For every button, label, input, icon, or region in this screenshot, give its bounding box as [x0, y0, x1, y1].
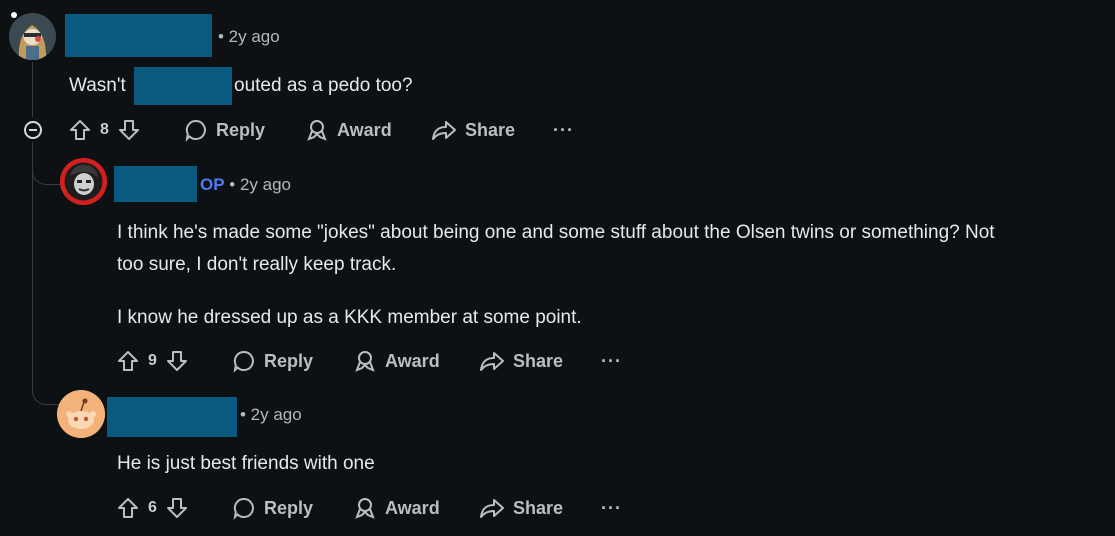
- share-button[interactable]: Share: [479, 346, 563, 376]
- reply-button[interactable]: Reply: [184, 115, 265, 145]
- comment-actions: 6 Reply Award Share ···: [116, 493, 636, 523]
- comment-text: I think he's made some "jokes" about bei…: [117, 222, 995, 243]
- share-icon: [479, 496, 505, 520]
- upvote-icon[interactable]: [68, 118, 92, 142]
- vote-count: 6: [148, 499, 157, 516]
- share-icon: [431, 118, 457, 142]
- user-avatar[interactable]: [57, 390, 105, 438]
- share-icon: [479, 349, 505, 373]
- award-button[interactable]: Award: [353, 346, 440, 376]
- award-label: Award: [337, 119, 392, 140]
- comment-text: Wasn't: [69, 75, 126, 96]
- default-snoo-avatar-icon: [57, 390, 105, 438]
- user-avatar[interactable]: [60, 158, 107, 205]
- redacted-username[interactable]: [107, 397, 237, 437]
- downvote-icon[interactable]: [117, 118, 141, 142]
- comment-text: He is just best friends with one: [117, 453, 375, 474]
- op-badge: OP: [200, 175, 225, 194]
- share-button[interactable]: Share: [431, 115, 515, 145]
- redacted-name: [134, 67, 232, 105]
- thread-connector: [32, 380, 61, 405]
- share-button[interactable]: Share: [479, 493, 563, 523]
- more-icon: ···: [601, 350, 622, 371]
- award-label: Award: [385, 350, 440, 371]
- reply-icon: [232, 349, 256, 373]
- thread-line-main: [32, 62, 33, 117]
- downvote-icon[interactable]: [165, 349, 189, 373]
- comment-timestamp: • 2y ago: [240, 405, 302, 424]
- reply-icon: [184, 118, 208, 142]
- avatar-character-icon: [9, 13, 56, 60]
- online-indicator: [11, 12, 17, 18]
- share-label: Share: [513, 497, 564, 518]
- award-button[interactable]: Award: [353, 493, 440, 523]
- more-icon: ···: [601, 497, 622, 518]
- downvote-icon[interactable]: [165, 496, 189, 520]
- more-options-button[interactable]: ···: [601, 493, 622, 523]
- comment-timestamp: • 2y ago: [218, 27, 280, 46]
- comment-text: outed as a pedo too?: [234, 75, 413, 96]
- share-label: Share: [465, 119, 516, 140]
- vote-controls: 9: [116, 346, 189, 376]
- comment-text: too sure, I don't really keep track.: [117, 254, 397, 275]
- vote-count: 9: [148, 352, 157, 369]
- upvote-icon[interactable]: [116, 349, 140, 373]
- collapse-thread-button[interactable]: [24, 121, 42, 139]
- vote-controls: 6: [116, 493, 189, 523]
- comment-meta: OP • 2y ago: [200, 175, 291, 195]
- award-label: Award: [385, 497, 440, 518]
- comment-actions: 9 Reply Award Share ···: [116, 346, 636, 376]
- vote-count: 8: [100, 121, 109, 138]
- award-icon: [353, 496, 377, 520]
- thread-line-main: [32, 142, 33, 382]
- redacted-username[interactable]: [114, 166, 197, 202]
- more-options-button[interactable]: ···: [601, 346, 622, 376]
- reply-label: Reply: [216, 119, 266, 140]
- comment-timestamp: • 2y ago: [229, 175, 292, 194]
- more-options-button[interactable]: ···: [553, 115, 574, 145]
- reply-button[interactable]: Reply: [232, 493, 313, 523]
- reply-label: Reply: [264, 350, 314, 371]
- redacted-username[interactable]: [65, 14, 212, 57]
- comment-text: I know he dressed up as a KKK member at …: [117, 307, 582, 328]
- award-icon: [305, 118, 329, 142]
- comment-body: Wasn't: [69, 70, 126, 102]
- vote-controls: 8: [68, 115, 141, 145]
- reply-button[interactable]: Reply: [232, 346, 313, 376]
- comment-actions: 8 Reply Award Share ···: [68, 115, 588, 145]
- reply-label: Reply: [264, 497, 314, 518]
- reply-icon: [232, 496, 256, 520]
- user-avatar[interactable]: [9, 13, 56, 60]
- upvote-icon[interactable]: [116, 496, 140, 520]
- avatar-portrait-icon: [60, 158, 107, 205]
- share-label: Share: [513, 350, 564, 371]
- award-button[interactable]: Award: [305, 115, 392, 145]
- more-icon: ···: [553, 119, 574, 140]
- award-icon: [353, 349, 377, 373]
- thread-connector: [32, 160, 61, 185]
